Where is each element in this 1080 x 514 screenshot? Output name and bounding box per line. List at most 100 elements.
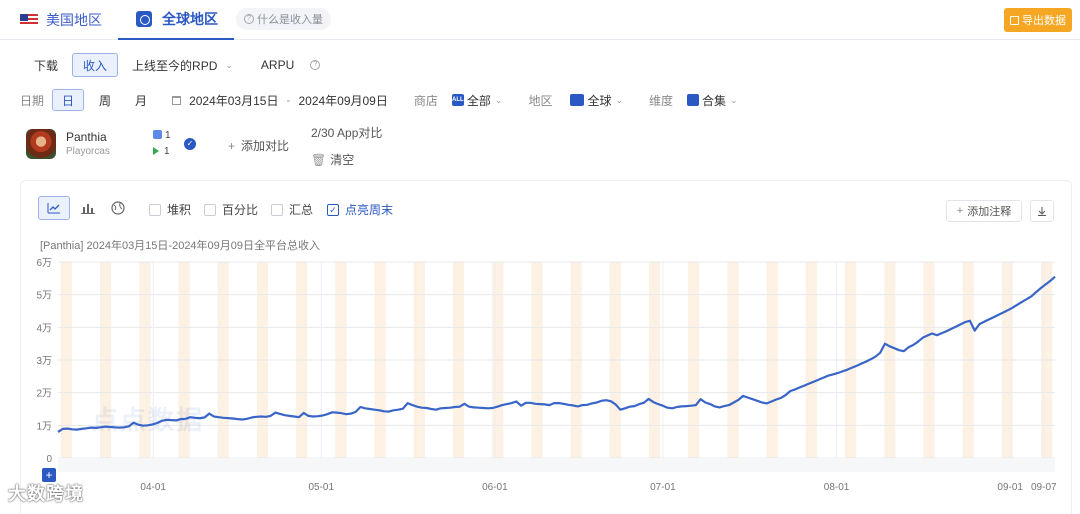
summary-option[interactable]: 汇总 [271, 201, 313, 218]
download-icon [1038, 207, 1046, 216]
chevron-down-icon: ⌄ [494, 94, 503, 105]
percent-checkbox[interactable] [204, 203, 216, 216]
app-name: Panthia [66, 129, 107, 144]
granularity-month[interactable]: 月 [126, 89, 156, 111]
gp-rank: 1 [164, 146, 170, 157]
store-value: 全部 [466, 93, 491, 108]
stack-checkbox[interactable] [149, 203, 161, 216]
series-group [57, 275, 1056, 433]
export-icon [1010, 15, 1019, 25]
x-tick-label: 07-01 [650, 482, 676, 493]
arpu-help-icon[interactable]: ? [310, 60, 321, 70]
granularity-week[interactable]: 周 [90, 89, 120, 111]
highlight-weekend-checkbox[interactable]: ✓ [327, 203, 339, 216]
add-note-label: 添加注释 [967, 206, 1012, 218]
y-tick-label: 2万 [36, 389, 52, 400]
tab-global-region[interactable]: 全球地区 [118, 0, 234, 40]
stack-option[interactable]: 堆积 [149, 201, 191, 218]
add-compare-button[interactable]: + 添加对比 [228, 137, 289, 154]
app-info: Panthia Playorcas [66, 130, 110, 159]
y-axis-ticks: 0 1万 2万 3万 4万 5万 6万 [36, 258, 52, 465]
calendar-icon [172, 95, 182, 105]
x-tick-label: 04-01 [140, 482, 166, 493]
metric-downloads[interactable]: 下载 [24, 53, 68, 77]
y-tick-label: 5万 [36, 291, 52, 302]
map-toggle[interactable] [108, 196, 128, 220]
granularity-week-label: 周 [99, 93, 112, 108]
store-ranks: 1 1 [153, 128, 171, 160]
bar-chart-toggle[interactable] [78, 196, 98, 220]
chevron-down-icon: ⌄ [615, 94, 624, 105]
us-flag-icon [20, 14, 38, 26]
x-axis-strip [58, 458, 1055, 472]
y-tick-label: 3万 [36, 356, 52, 367]
question-icon: ? [244, 14, 254, 24]
highlight-weekend-option[interactable]: ✓ 点亮周末 [327, 201, 393, 218]
region-dropdown[interactable]: 全球 ⌄ [570, 92, 623, 109]
store-label: 商店 [413, 93, 438, 108]
revenue-series-line [57, 275, 1056, 433]
metric-rpd-label: 上线至今的RPD [132, 58, 218, 73]
region-tab-bar: 美国地区 全球地区 ? 什么是收入量 导出数据 [0, 0, 1080, 40]
line-chart-icon [47, 203, 60, 214]
metric-arpu-label: ARPU [260, 58, 295, 72]
filter-bar: 日期 日 周 月 2024年03月15日 - 2024年09月09日 商店 AL… [20, 88, 764, 112]
add-note-button[interactable]: + 添加注释 [946, 200, 1022, 222]
clear-button[interactable]: 🗑 清空 [311, 151, 354, 168]
x-tick-label: 05-01 [308, 482, 334, 493]
x-tick-label: 09-01 [997, 482, 1023, 493]
globe-icon [136, 11, 152, 27]
x-axis-ticks: 04-01 05-01 06-01 07-01 08-01 09-01 09-07 [140, 482, 1057, 493]
stack-label: 堆积 [167, 203, 192, 217]
date-label: 日期 [20, 93, 45, 108]
y-tick-label: 1万 [36, 421, 52, 432]
globe-map-icon [111, 201, 125, 215]
y-tick-label: 6万 [36, 258, 52, 269]
tab-global-region-label: 全球地区 [162, 11, 218, 27]
percent-option[interactable]: 百分比 [204, 201, 258, 218]
export-data-button[interactable]: 导出数据 [1004, 8, 1072, 32]
end-date-field[interactable]: 2024年09月09日 [298, 92, 387, 109]
google-play-icon [153, 147, 159, 155]
region-label: 地区 [528, 93, 553, 108]
store-dropdown[interactable]: ALL 全部 ⌄ [451, 92, 503, 109]
metric-revenue[interactable]: 收入 [72, 53, 119, 77]
y-tick-label: 4万 [36, 323, 52, 334]
all-stores-icon: ALL [451, 94, 464, 106]
add-compare-label: 添加对比 [241, 139, 290, 153]
clear-label: 清空 [330, 153, 355, 167]
metric-rpd-dropdown[interactable]: 上线至今的RPD ⌄ [122, 53, 243, 77]
tab-us-region[interactable]: 美国地区 [20, 0, 102, 40]
dimension-dropdown[interactable]: 合集 ⌄ [687, 92, 738, 109]
bar-chart-icon [81, 204, 95, 214]
summary-label: 汇总 [289, 203, 314, 217]
tab-us-region-label: 美国地区 [46, 12, 102, 28]
layers-icon [687, 94, 700, 106]
percent-label: 百分比 [222, 203, 259, 217]
revenue-help-link[interactable]: ? 什么是收入量 [236, 8, 331, 30]
metric-revenue-label: 收入 [83, 58, 108, 73]
granularity-day[interactable]: 日 [52, 89, 85, 111]
dimension-value: 合集 [702, 93, 727, 108]
metric-arpu[interactable]: ARPU [251, 53, 304, 77]
highlight-weekend-label: 点亮周末 [345, 203, 394, 217]
metric-downloads-label: 下载 [34, 58, 59, 73]
x-tick-label: 06-01 [482, 482, 508, 493]
chart-gridlines [58, 261, 1055, 472]
line-chart-toggle[interactable] [38, 196, 70, 220]
start-date-field[interactable]: 2024年03月15日 [189, 92, 278, 109]
revenue-line-chart: 01万2万3万4万5万6万 04-01 05-01 06-01 07-01 08-01 0… [36, 258, 1057, 493]
metric-selector: 下载 收入 上线至今的RPD ⌄ ARPU ? [24, 52, 323, 78]
granularity-day-label: 日 [62, 93, 75, 108]
selected-check-icon[interactable]: ✓ [184, 138, 196, 150]
chevron-down-icon: ⌄ [225, 59, 233, 70]
y-tick-label: 0 [46, 454, 52, 465]
revenue-help-label: 什么是收入量 [257, 14, 323, 26]
download-chart-button[interactable] [1030, 200, 1054, 222]
app-card-panthia[interactable]: Panthia Playorcas 1 1 ✓ [20, 122, 210, 166]
summary-checkbox[interactable] [271, 203, 283, 216]
compare-count: 2/30 App对比 [311, 126, 383, 140]
app-developer: Playorcas [66, 145, 110, 157]
chevron-down-icon: ⌄ [730, 94, 738, 105]
globe-small-icon [570, 94, 585, 106]
